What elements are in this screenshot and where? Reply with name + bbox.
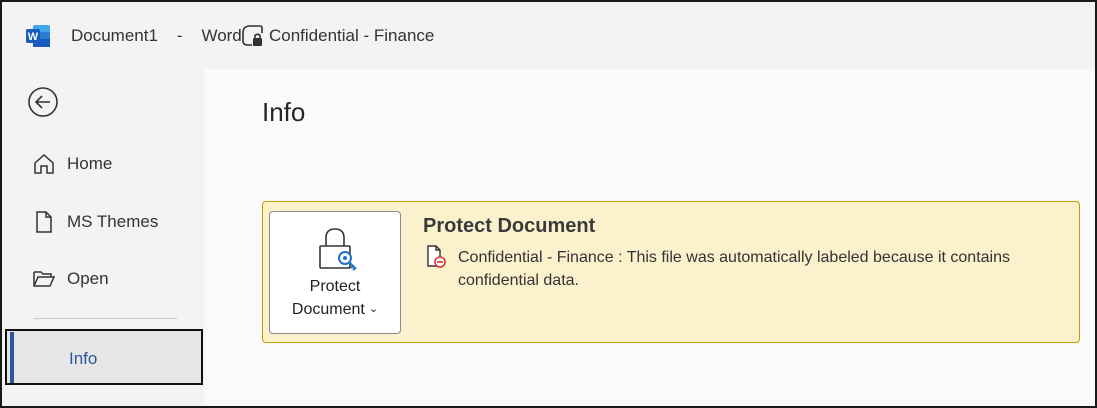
nav-item-home[interactable]: Home xyxy=(2,144,204,184)
page-title: Info xyxy=(262,97,306,127)
title-bar: W Document1 - Word Confidential - Financ… xyxy=(2,2,1095,69)
nav-item-ms-themes[interactable]: MS Themes xyxy=(2,202,204,242)
sensitivity-label-title[interactable]: Confidential - Finance xyxy=(269,26,434,46)
chevron-down-icon: ⌄ xyxy=(368,303,379,315)
selected-indicator xyxy=(10,332,14,383)
document-name: Document1 xyxy=(71,26,158,45)
protect-heading: Protect Document xyxy=(423,215,596,237)
protect-document-button[interactable]: Protect Document ⌄ xyxy=(269,211,401,334)
sensitivity-label-document-icon xyxy=(425,244,447,270)
protect-description: Confidential - Finance : This file was a… xyxy=(458,249,1010,289)
folder-open-icon xyxy=(32,267,56,291)
home-icon xyxy=(32,152,56,176)
word-backstage-window: W Document1 - Word Confidential - Financ… xyxy=(0,0,1097,408)
protect-document-panel: Protect Document ⌄ Protect Document Confi… xyxy=(262,201,1080,343)
nav-item-info[interactable]: Info xyxy=(5,329,203,385)
app-name: Word xyxy=(201,26,242,45)
nav-item-label: Home xyxy=(67,154,113,173)
back-arrow-icon[interactable] xyxy=(27,86,59,118)
protect-button-label: Protect Document ⌄ xyxy=(291,278,379,318)
backstage-nav: Home MS Themes Open Info xyxy=(2,69,204,406)
nav-item-label: Info xyxy=(69,349,98,368)
word-logo-icon: W xyxy=(25,23,51,49)
nav-item-label: Open xyxy=(67,269,109,288)
document-icon xyxy=(32,210,56,234)
sensitivity-lock-icon[interactable] xyxy=(240,23,266,49)
lock-key-icon xyxy=(317,226,359,274)
window-title: Document1 - Word xyxy=(71,26,242,46)
nav-item-label: MS Themes xyxy=(67,212,159,231)
title-separator: - xyxy=(176,26,183,45)
nav-divider xyxy=(34,318,177,319)
svg-text:W: W xyxy=(28,31,39,43)
main-content: Info Protect Document ⌄ Protect Document… xyxy=(204,69,1095,406)
nav-item-open[interactable]: Open xyxy=(2,259,204,299)
